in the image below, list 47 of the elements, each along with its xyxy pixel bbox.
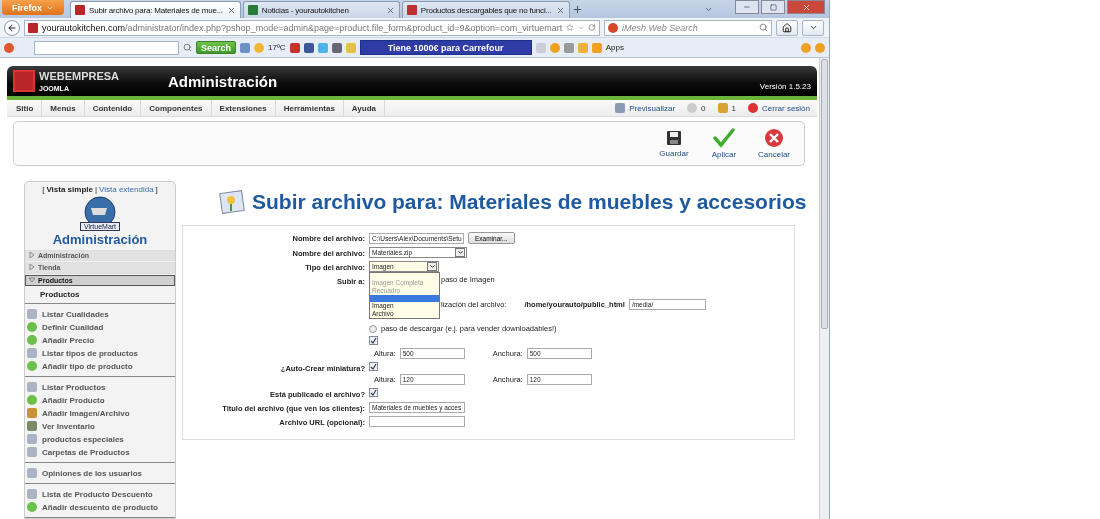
menu-item[interactable]: Extensiones [211, 100, 276, 116]
sidebar-link[interactable]: Opiniones de los usuarios [25, 467, 175, 480]
menu-item[interactable]: Componentes [141, 100, 212, 116]
sidebar-link[interactable]: Listar tipos de productos [25, 347, 175, 360]
sidebar-link[interactable]: Ver Inventario [25, 420, 175, 433]
user-count: 1 [731, 103, 736, 113]
weather-text: 17ºC [268, 43, 286, 52]
menu-item[interactable]: Ayuda [343, 100, 385, 116]
sidebar-link[interactable]: Añadir descuento de producto [25, 501, 175, 514]
sidebar-link[interactable]: Añadir Imagen/Archivo [25, 407, 175, 420]
sidebar-link[interactable]: productos especiales [25, 433, 175, 446]
view-mode-text: Vista simple [46, 185, 93, 194]
browser-tab[interactable]: Productos descargables que no funci... [401, 1, 570, 18]
brand-name: WEBEMPRESA [39, 70, 120, 82]
menu-item[interactable]: Herramientas [275, 100, 344, 116]
header-title: Administración [168, 72, 278, 90]
message-count: 0 [701, 103, 706, 113]
sidebar-link[interactable]: Añadir Precio [25, 334, 175, 347]
sidebar-link[interactable]: Carpetas de Productos [25, 446, 175, 459]
bracket-text: ] [155, 185, 158, 194]
browser-tab[interactable]: Subir archivo para: Materiales de mue... [70, 1, 241, 18]
menu-item[interactable]: Menús [42, 100, 85, 116]
menu-item[interactable]: Sitio [8, 100, 43, 116]
promo-button[interactable]: Tiene 1000€ para Carrefour [359, 40, 532, 55]
sidebar-link[interactable]: Añadir tipo de producto [25, 360, 175, 373]
preview-link[interactable]: Previsualizar [629, 103, 676, 113]
sidebar-link[interactable]: Añadir Producto [25, 394, 175, 407]
browser-tab[interactable]: Noticias - yourautokitchen [242, 1, 400, 18]
sidebar-link[interactable]: Listar Cualidades [25, 308, 175, 321]
toolbar-button[interactable]: Guardar [658, 129, 690, 158]
sidebar-link[interactable]: Lista de Producto Descuento [25, 488, 175, 501]
page-title: Subir archivo para: Materiales de muebles y accesorios [252, 190, 807, 214]
toolbar-button[interactable]: Aplicar [708, 128, 740, 159]
toolbar-button[interactable]: Cancelar [758, 128, 790, 159]
bracket-text: | [94, 185, 98, 194]
search-field[interactable]: iMesh Web Search [604, 19, 772, 36]
sidebar-link[interactable]: Listar Productos [25, 381, 175, 394]
sidebar-link[interactable]: Definir Cualidad [25, 321, 175, 334]
apps-link[interactable]: Apps [605, 43, 624, 52]
address-field[interactable]: yourautokitchen.com/administrator/index.php?pshop_mode=admin&page=product.file_form&product_id=9&option=com_virtuemart [24, 19, 600, 36]
version-text: Versión 1.5.23 [759, 82, 811, 91]
section-heading: Productos [25, 287, 175, 304]
view-mode-link[interactable]: Vista extendida [99, 185, 154, 194]
logout-link[interactable]: Cerrar sesión [762, 103, 810, 113]
bracket-text: [ [42, 185, 45, 194]
sidebar-title: Administración [52, 232, 148, 247]
menu-item[interactable]: Contenido [84, 100, 142, 116]
